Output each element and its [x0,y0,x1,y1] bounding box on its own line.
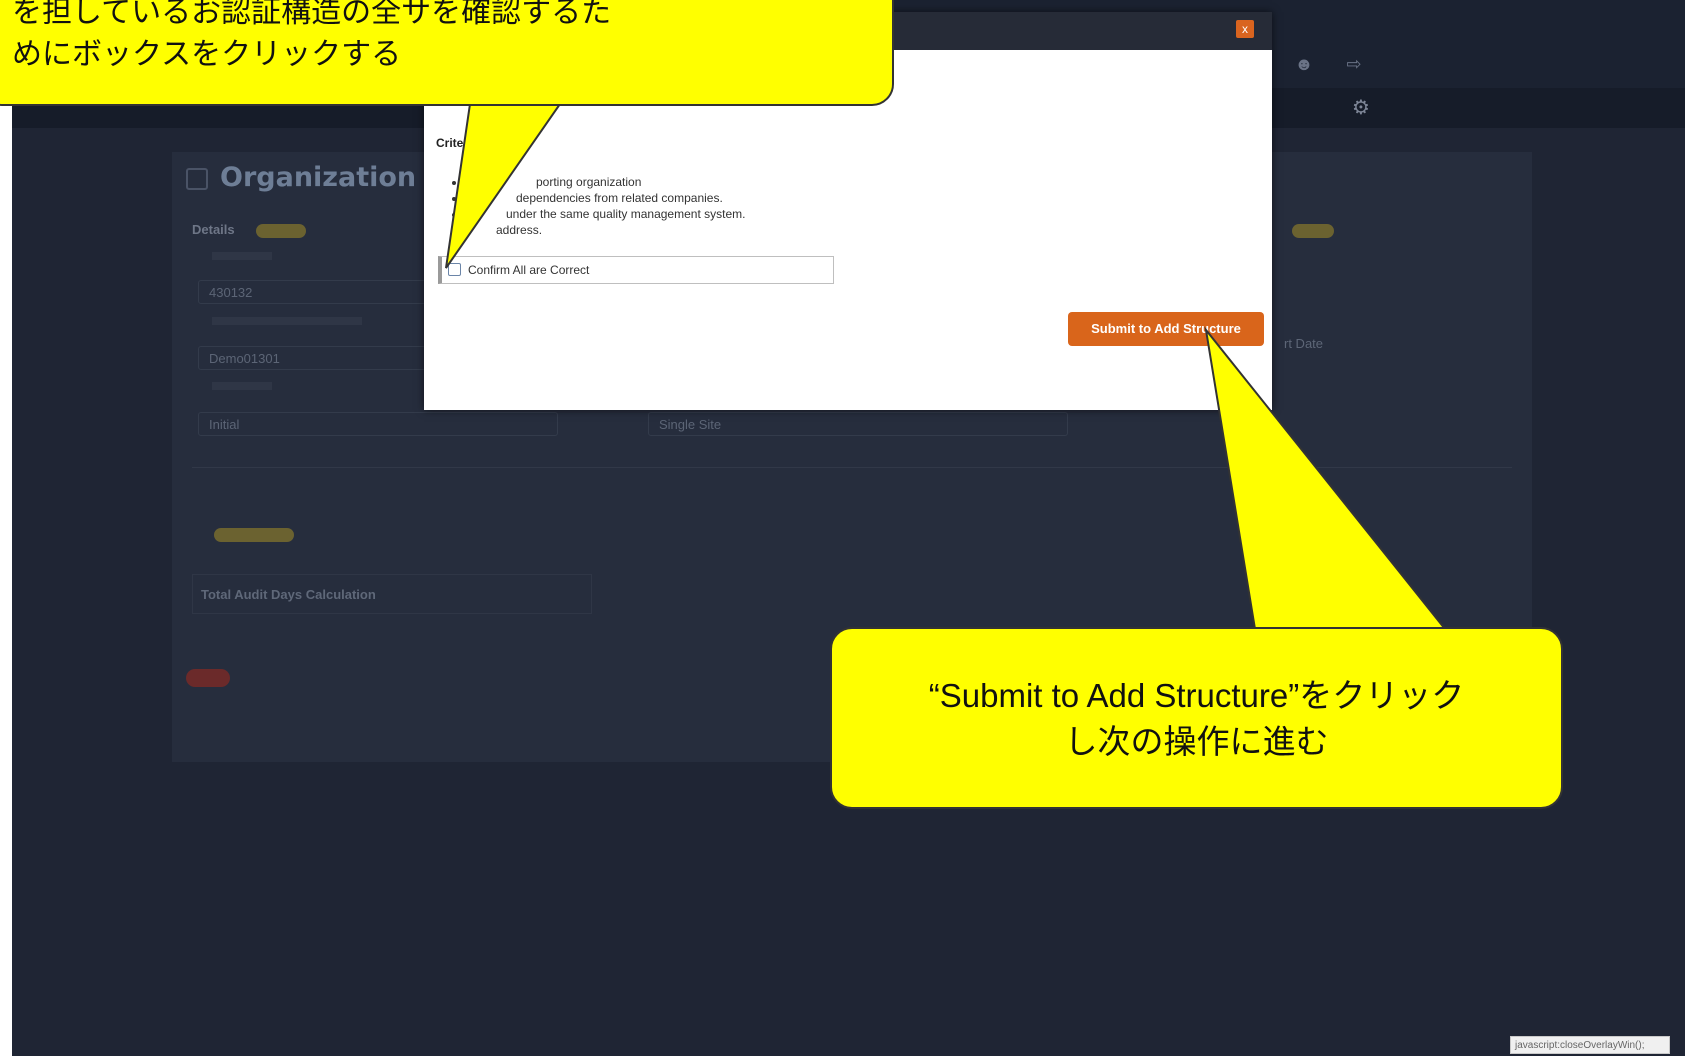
bottom-callout-pointer [1204,326,1448,630]
callout-text: めにボックスをクリックする [12,38,402,71]
instruction-callout-checkbox: を担しているお認証構造の全サを確認するた めにボックスをクリックする [0,0,894,106]
callout-text: し次の操作に進む [1064,723,1329,760]
callout-pointers [445,103,1448,630]
callout-text: を担しているお認証構造の全サを確認するた [12,0,612,29]
top-callout-pointer [445,103,562,269]
instruction-callout-submit: “Submit to Add Structure”をクリック し次の操作に進む [830,627,1563,809]
callout-text: “Submit to Add Structure”をクリック [928,677,1465,714]
